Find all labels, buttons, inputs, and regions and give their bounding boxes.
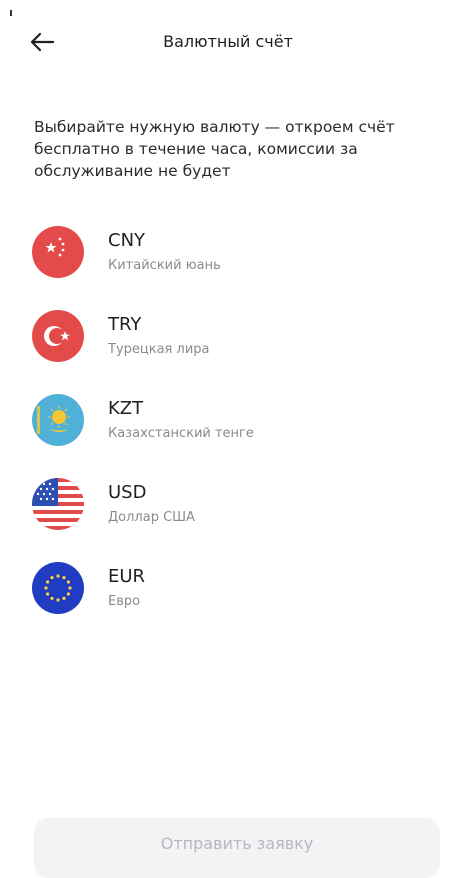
- status-bar-mark: [10, 10, 12, 16]
- currency-item-try[interactable]: TRY Турецкая лира: [32, 294, 432, 378]
- currency-code: CNY: [108, 230, 146, 251]
- header: Валютный счёт: [0, 18, 456, 66]
- usa-flag-icon: [32, 478, 84, 530]
- eu-flag-icon: [32, 562, 84, 614]
- currency-name: Турецкая лира: [108, 342, 210, 357]
- currency-code: USD: [108, 482, 147, 503]
- currency-item-cny[interactable]: CNY Китайский юань: [32, 210, 432, 294]
- currency-name: Доллар США: [108, 510, 195, 525]
- currency-item-kzt[interactable]: KZT Казахстанский тенге: [32, 378, 432, 462]
- currency-list: CNY Китайский юань TRY Турецкая лира KZT…: [32, 210, 432, 630]
- intro-text: Выбирайте нужную валюту — откроем счёт б…: [34, 118, 395, 180]
- currency-code: KZT: [108, 398, 144, 419]
- kazakhstan-flag-icon: [32, 394, 84, 446]
- currency-code: EUR: [108, 566, 146, 587]
- currency-name: Китайский юань: [108, 258, 221, 273]
- currency-item-eur[interactable]: EUR Евро: [32, 546, 432, 630]
- currency-code: TRY: [108, 314, 142, 335]
- currency-name: Казахстанский тенге: [108, 426, 254, 441]
- submit-request-button[interactable]: Отправить заявку: [34, 818, 440, 878]
- currency-name: Евро: [108, 594, 141, 609]
- currency-item-usd[interactable]: USD Доллар США: [32, 462, 432, 546]
- turkey-flag-icon: [32, 310, 84, 362]
- page-title: Валютный счёт: [163, 32, 293, 51]
- china-flag-icon: [32, 226, 84, 278]
